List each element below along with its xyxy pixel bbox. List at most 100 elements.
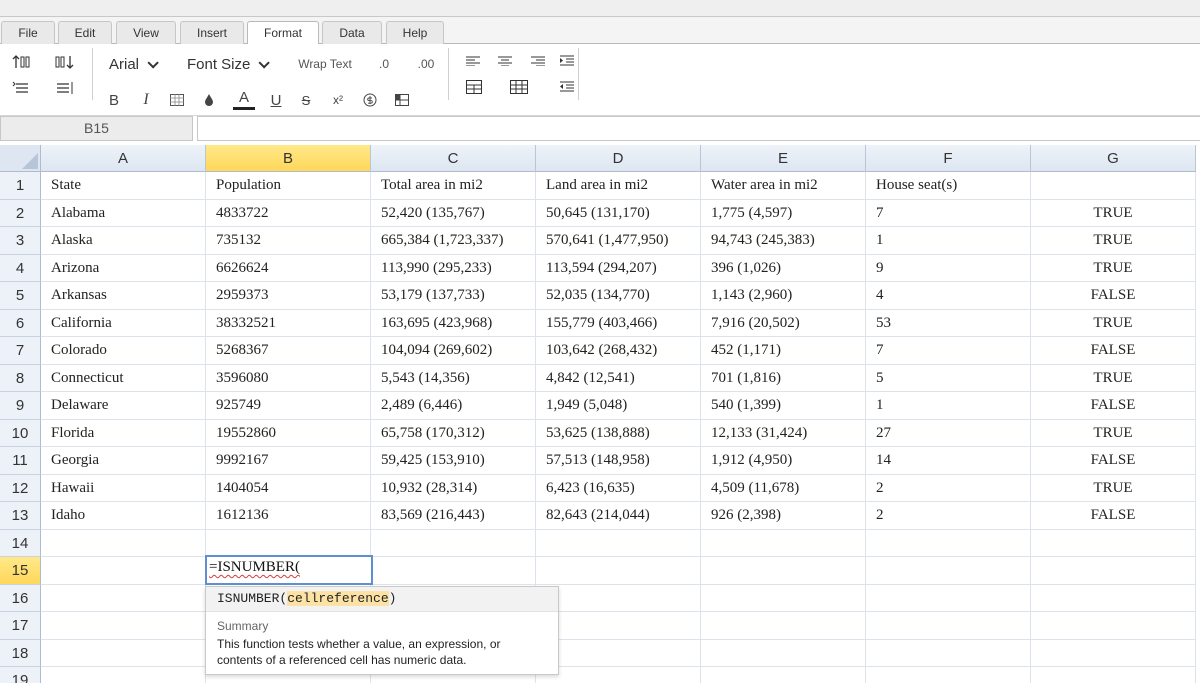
cell-d7[interactable]: 103,642 (268,432): [536, 337, 701, 365]
cell-d11[interactable]: 57,513 (148,958): [536, 447, 701, 475]
cell-c8[interactable]: 5,543 (14,356): [371, 364, 536, 392]
cell-f17[interactable]: [866, 612, 1031, 640]
align-right-icon[interactable]: [528, 52, 548, 70]
cell-g18[interactable]: [1031, 639, 1196, 667]
tab-format[interactable]: Format: [247, 21, 319, 45]
cell-c4[interactable]: 113,990 (295,233): [371, 254, 536, 282]
cell-g7[interactable]: FALSE: [1031, 337, 1196, 365]
cell-c1[interactable]: Total area in mi2: [371, 172, 536, 200]
cell-f19[interactable]: [866, 667, 1031, 683]
cell-a4[interactable]: Arizona: [41, 254, 206, 282]
column-header-e[interactable]: E: [701, 145, 866, 172]
cell-a5[interactable]: Arkansas: [41, 282, 206, 310]
cell-f11[interactable]: 14: [866, 447, 1031, 475]
row-header-12[interactable]: 12: [0, 474, 41, 502]
cell-g14[interactable]: [1031, 529, 1196, 557]
cell-g8[interactable]: TRUE: [1031, 364, 1196, 392]
borders-icon[interactable]: [167, 89, 187, 111]
insert-row-below-icon[interactable]: [11, 78, 33, 98]
cell-g3[interactable]: TRUE: [1031, 227, 1196, 255]
cell-e19[interactable]: [701, 667, 866, 683]
column-header-d[interactable]: D: [536, 145, 701, 172]
cell-c15[interactable]: [371, 557, 536, 585]
row-header-9[interactable]: 9: [0, 392, 41, 420]
select-all-corner[interactable]: [0, 145, 41, 172]
cell-e11[interactable]: 1,912 (4,950): [701, 447, 866, 475]
fill-color-icon[interactable]: [199, 89, 219, 111]
cell-e8[interactable]: 701 (1,816): [701, 364, 866, 392]
cell-e13[interactable]: 926 (2,398): [701, 502, 866, 530]
wrap-text-button[interactable]: Wrap Text: [294, 54, 356, 74]
cell-a11[interactable]: Georgia: [41, 447, 206, 475]
cell-f16[interactable]: [866, 584, 1031, 612]
cell-d14[interactable]: [536, 529, 701, 557]
tab-help[interactable]: Help: [386, 21, 444, 44]
row-header-2[interactable]: 2: [0, 199, 41, 227]
row-header-19[interactable]: 19: [0, 667, 41, 683]
cell-g5[interactable]: FALSE: [1031, 282, 1196, 310]
cell-d9[interactable]: 1,949 (5,048): [536, 392, 701, 420]
function-signature[interactable]: ISNUMBER(cellreference): [206, 587, 558, 612]
cell-d10[interactable]: 53,625 (138,888): [536, 419, 701, 447]
cell-a6[interactable]: California: [41, 309, 206, 337]
cell-b14[interactable]: [206, 529, 371, 557]
cell-f7[interactable]: 7: [866, 337, 1031, 365]
cell-a15[interactable]: [41, 557, 206, 585]
cell-e17[interactable]: [701, 612, 866, 640]
tab-file[interactable]: File: [1, 21, 55, 44]
row-header-10[interactable]: 10: [0, 419, 41, 447]
cell-g11[interactable]: FALSE: [1031, 447, 1196, 475]
cell-e6[interactable]: 7,916 (20,502): [701, 309, 866, 337]
decrease-decimal-button[interactable]: .0: [372, 54, 396, 74]
font-name-dropdown[interactable]: Arial: [109, 56, 159, 73]
strikethrough-button[interactable]: S: [296, 89, 316, 111]
cell-f18[interactable]: [866, 639, 1031, 667]
cell-e10[interactable]: 12,133 (31,424): [701, 419, 866, 447]
cell-c13[interactable]: 83,569 (216,443): [371, 502, 536, 530]
cell-f5[interactable]: 4: [866, 282, 1031, 310]
tab-edit[interactable]: Edit: [58, 21, 112, 44]
row-header-6[interactable]: 6: [0, 309, 41, 337]
row-header-16[interactable]: 16: [0, 584, 41, 612]
cell-d4[interactable]: 113,594 (294,207): [536, 254, 701, 282]
cell-f15[interactable]: [866, 557, 1031, 585]
cell-a9[interactable]: Delaware: [41, 392, 206, 420]
cell-b5[interactable]: 2959373: [206, 282, 371, 310]
row-header-7[interactable]: 7: [0, 337, 41, 365]
cell-c2[interactable]: 52,420 (135,767): [371, 199, 536, 227]
cell-d19[interactable]: [536, 667, 701, 683]
cell-a19[interactable]: [41, 667, 206, 683]
cell-e7[interactable]: 452 (1,171): [701, 337, 866, 365]
cell-b2[interactable]: 4833722: [206, 199, 371, 227]
cell-e18[interactable]: [701, 639, 866, 667]
cell-g9[interactable]: FALSE: [1031, 392, 1196, 420]
cell-d3[interactable]: 570,641 (1,477,950): [536, 227, 701, 255]
cell-g1[interactable]: [1031, 172, 1196, 200]
cell-f9[interactable]: 1: [866, 392, 1031, 420]
row-header-17[interactable]: 17: [0, 612, 41, 640]
cell-a3[interactable]: Alaska: [41, 227, 206, 255]
cell-c10[interactable]: 65,758 (170,312): [371, 419, 536, 447]
cell-f3[interactable]: 1: [866, 227, 1031, 255]
row-header-13[interactable]: 13: [0, 502, 41, 530]
cell-e2[interactable]: 1,775 (4,597): [701, 199, 866, 227]
column-header-c[interactable]: C: [371, 145, 536, 172]
cell-f14[interactable]: [866, 529, 1031, 557]
cell-a18[interactable]: [41, 639, 206, 667]
cell-a1[interactable]: State: [41, 172, 206, 200]
cell-a2[interactable]: Alabama: [41, 199, 206, 227]
tab-data[interactable]: Data: [322, 21, 382, 44]
cell-g15[interactable]: [1031, 557, 1196, 585]
cell-d13[interactable]: 82,643 (214,044): [536, 502, 701, 530]
cell-d18[interactable]: [536, 639, 701, 667]
cell-c9[interactable]: 2,489 (6,446): [371, 392, 536, 420]
delete-row-icon[interactable]: [54, 78, 76, 98]
cell-b10[interactable]: 19552860: [206, 419, 371, 447]
cell-a10[interactable]: Florida: [41, 419, 206, 447]
cell-c5[interactable]: 53,179 (137,733): [371, 282, 536, 310]
column-header-a[interactable]: A: [41, 145, 206, 172]
row-header-11[interactable]: 11: [0, 447, 41, 475]
row-header-8[interactable]: 8: [0, 364, 41, 392]
cell-b8[interactable]: 3596080: [206, 364, 371, 392]
column-header-b[interactable]: B: [206, 145, 371, 172]
